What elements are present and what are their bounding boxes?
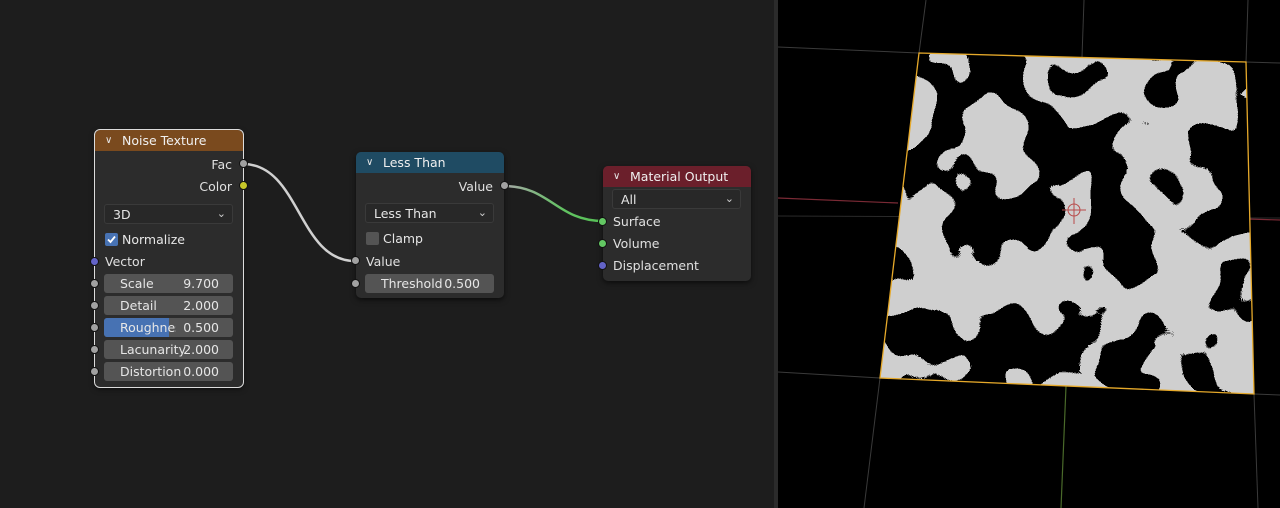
noise-texture-node[interactable]: ∨ Noise Texture Fac Color 3D ⌄ Normalize…: [90, 129, 248, 388]
material-output-header[interactable]: ∨ Material Output: [603, 166, 751, 187]
detail-input-socket[interactable]: [90, 301, 99, 310]
less-than-header[interactable]: ∨ Less Than: [356, 152, 504, 173]
chevron-down-icon: ⌄: [477, 206, 487, 219]
volume-input-socket[interactable]: [598, 239, 607, 248]
dimensions-dropdown[interactable]: 3D ⌄: [104, 204, 233, 224]
target-dropdown[interactable]: All ⌄: [612, 189, 741, 209]
input-displacement: Displacement: [603, 254, 751, 276]
roughness-field[interactable]: Roughnes 0.500: [104, 318, 233, 337]
scale-field[interactable]: Scale 9.700: [104, 274, 233, 293]
output-fac-label: Fac: [211, 156, 232, 172]
operation-dropdown[interactable]: Less Than ⌄: [365, 203, 494, 223]
input-value: Value: [356, 250, 504, 272]
lacunarity-label: Lacunarity: [120, 342, 186, 357]
3d-viewport[interactable]: [778, 0, 1280, 508]
vector-input-socket[interactable]: [90, 257, 99, 266]
y-axis-line: [1060, 385, 1067, 508]
input-value-label: Value: [366, 253, 401, 269]
x-axis-line: [778, 197, 899, 204]
value-input-socket[interactable]: [351, 256, 360, 265]
chevron-down-icon: ⌄: [724, 192, 734, 205]
displacement-label: Displacement: [613, 257, 699, 273]
distortion-field[interactable]: Distortion 0.000: [104, 362, 233, 381]
lacunarity-input-socket[interactable]: [90, 345, 99, 354]
clamp-label: Clamp: [383, 231, 423, 246]
color-output-socket[interactable]: [239, 181, 248, 190]
output-fac: Fac: [95, 153, 243, 175]
scale-label: Scale: [120, 276, 154, 291]
fac-output-socket[interactable]: [239, 159, 248, 168]
distortion-value: 0.000: [183, 364, 219, 379]
less-than-node[interactable]: ∨ Less Than Value Less Than ⌄ Clamp Valu…: [351, 152, 509, 298]
link-value-to-surface: [503, 184, 604, 223]
node-title: Noise Texture: [122, 133, 207, 148]
vector-label: Vector: [105, 253, 145, 269]
threshold-label: Threshold: [381, 276, 443, 291]
chevron-down-icon: ⌄: [216, 207, 226, 220]
detail-field[interactable]: Detail 2.000: [104, 296, 233, 315]
output-color: Color: [95, 175, 243, 197]
displacement-input-socket[interactable]: [598, 261, 607, 270]
noise-plane: [880, 53, 1254, 394]
surface-label: Surface: [613, 213, 661, 229]
distortion-input-socket[interactable]: [90, 367, 99, 376]
scale-input-socket[interactable]: [90, 279, 99, 288]
checkmark-icon: [107, 235, 116, 244]
value-output-socket[interactable]: [500, 181, 509, 190]
clamp-checkbox[interactable]: [366, 232, 379, 245]
distortion-label: Distortion: [120, 364, 182, 379]
normalize-label: Normalize: [122, 232, 185, 247]
normalize-checkbox[interactable]: [105, 233, 118, 246]
detail-value: 2.000: [183, 298, 219, 313]
threshold-input-socket[interactable]: [351, 279, 360, 288]
x-axis-line-right: [1247, 218, 1280, 221]
output-value-label: Value: [458, 178, 493, 194]
viewport-scene: [778, 0, 1280, 508]
surface-input-socket[interactable]: [598, 217, 607, 226]
input-surface: Surface: [603, 210, 751, 232]
scale-value: 9.700: [183, 276, 219, 291]
operation-value: Less Than: [374, 205, 437, 221]
collapse-chevron-icon[interactable]: ∨: [105, 135, 118, 146]
dimensions-value: 3D: [113, 206, 131, 222]
output-value: Value: [356, 175, 504, 197]
roughness-input-socket[interactable]: [90, 323, 99, 332]
target-value: All: [621, 191, 637, 207]
input-vector: Vector: [95, 250, 243, 272]
volume-label: Volume: [613, 235, 660, 251]
collapse-chevron-icon[interactable]: ∨: [613, 171, 626, 182]
collapse-chevron-icon[interactable]: ∨: [366, 157, 379, 168]
output-color-label: Color: [199, 178, 232, 194]
link-fac-to-value: [242, 162, 356, 263]
lacunarity-field[interactable]: Lacunarity 2.000: [104, 340, 233, 359]
node-title: Material Output: [630, 169, 729, 184]
shader-node-editor[interactable]: ∨ Noise Texture Fac Color 3D ⌄ Normalize…: [0, 0, 774, 508]
material-output-node[interactable]: ∨ Material Output All ⌄ Surface Volume D…: [598, 166, 751, 281]
detail-label: Detail: [120, 298, 157, 313]
roughness-label: Roughnes: [120, 320, 176, 335]
threshold-value: 0.500: [444, 276, 480, 291]
noise-texture-header[interactable]: ∨ Noise Texture: [95, 130, 243, 151]
roughness-value: 0.500: [183, 320, 219, 335]
input-volume: Volume: [603, 232, 751, 254]
threshold-field[interactable]: Threshold 0.500: [365, 274, 494, 293]
node-title: Less Than: [383, 155, 446, 170]
lacunarity-value: 2.000: [183, 342, 219, 357]
